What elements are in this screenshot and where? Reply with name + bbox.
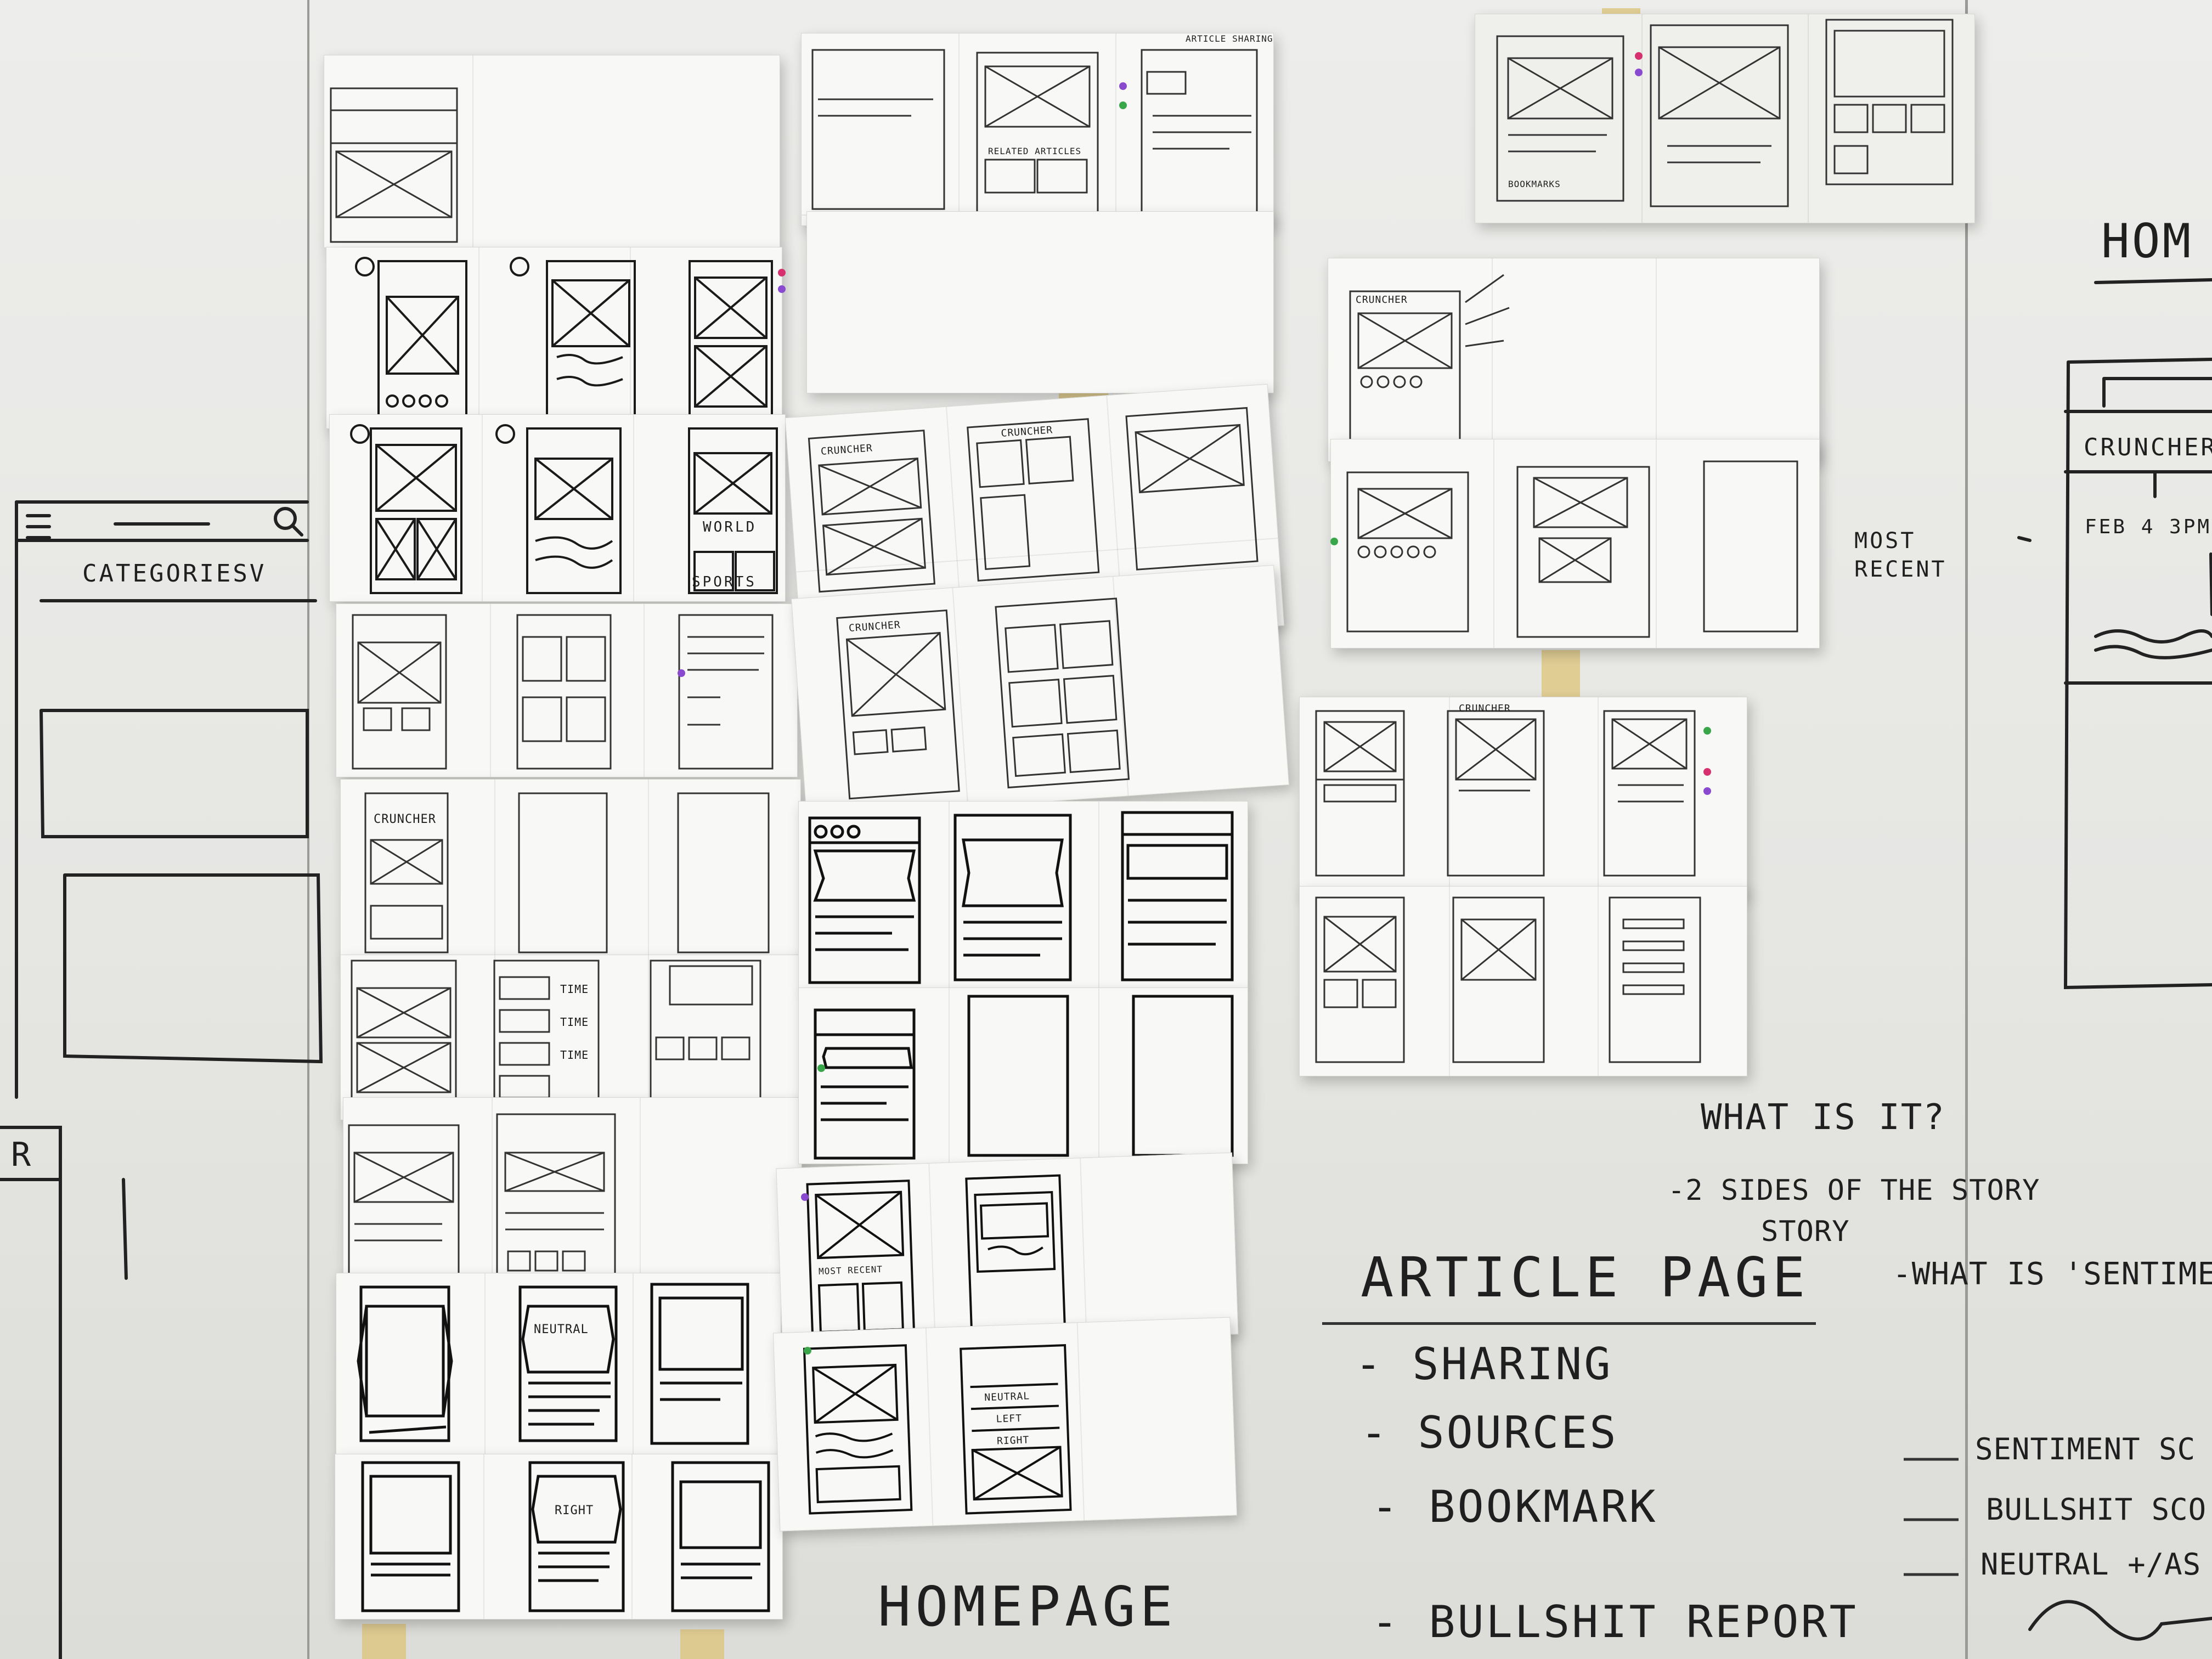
story-note: STORY — [1761, 1215, 1850, 1248]
marker-dot — [1635, 52, 1643, 60]
blank-sheet — [806, 211, 1274, 393]
sketch-sheet: TIME TIME TIME — [340, 955, 801, 1120]
article-page-heading: ARTICLE PAGE — [1361, 1245, 1810, 1310]
sketch-sheet: NEUTRAL LEFT RIGHT — [772, 1317, 1238, 1532]
date-label: FEB 4 3PM — [2085, 516, 2212, 538]
article-sharing-label: ARTICLE SHARING — [1186, 33, 1273, 44]
cruncher-label: CRUNCHER — [1356, 294, 1408, 306]
cruncher-label: CRUNCHER — [374, 812, 436, 826]
sketch-sheet: WORLD SPORTS — [329, 414, 786, 602]
marker-dot — [804, 1347, 811, 1355]
note-item: - BULLSHIT REPORT — [1372, 1596, 1858, 1647]
neutral-label: NEUTRAL — [984, 1390, 1030, 1404]
marker-dot — [1703, 768, 1711, 776]
sketch-sheet — [336, 603, 798, 777]
sketch-sheet: CRUNCHER — [791, 565, 1289, 819]
world-label: WORLD — [703, 519, 757, 535]
most-recent-label: MOST RECENT — [1854, 528, 1947, 582]
time-label: TIME — [560, 1048, 589, 1062]
related-articles-label: RELATED ARTICLES — [988, 146, 1082, 156]
what-is-sentiment-note: -WHAT IS 'SENTIME — [1893, 1256, 2212, 1292]
marker-dot — [801, 1193, 809, 1201]
time-label: TIME — [560, 1015, 589, 1029]
sketch-sheet: CRUNCHER — [1299, 697, 1747, 895]
what-is-it-note: WHAT IS IT? — [1701, 1097, 1945, 1138]
tape — [680, 1629, 724, 1659]
marker-dot — [817, 1064, 825, 1072]
marker-dot — [1119, 101, 1127, 109]
score-note: SENTIMENT SC — [1975, 1432, 2196, 1466]
sketch-sheet — [798, 988, 1248, 1164]
left-label: LEFT — [996, 1412, 1023, 1425]
sketch-sheet — [343, 1097, 802, 1282]
tape — [362, 1624, 406, 1659]
categories-label: CATEGORIESV — [82, 560, 267, 588]
right-label: RIGHT — [996, 1434, 1030, 1447]
cruncher-label-right: CRUNCHER — [2084, 433, 2212, 461]
sketch-sheet — [1299, 886, 1747, 1076]
marker-dot — [678, 669, 685, 677]
bookmarks-label: BOOKMARKS — [1508, 179, 1561, 189]
score-note: NEUTRAL +/AS — [1980, 1547, 2202, 1582]
sketch-sheet: RIGHT — [335, 1454, 783, 1620]
homepage-heading-right: HOM — [2101, 214, 2193, 269]
whiteboard-frame-right — [1965, 0, 1968, 1659]
neutral-label: NEUTRAL — [534, 1323, 589, 1336]
sketch-sheet: NEUTRAL — [336, 1273, 781, 1455]
sketch-sheet: BOOKMARKS — [1475, 14, 1975, 223]
sketch-sheet: RELATED ARTICLES ARTICLE SHARING — [801, 33, 1274, 226]
sketch-sheet: CRUNCHER — [1328, 258, 1820, 462]
note-item: - SHARING — [1355, 1339, 1613, 1390]
sketch-sheet — [324, 55, 780, 248]
left-phone-sketch — [0, 500, 323, 1659]
marker-dot — [1635, 69, 1643, 76]
sketch-sheet — [798, 801, 1248, 989]
marker-dot — [1703, 727, 1711, 735]
score-dashes — [1904, 1458, 1959, 1576]
most-recent-small: MOST RECENT — [818, 1263, 883, 1277]
time-label: TIME — [560, 983, 589, 996]
sports-label: SPORTS — [692, 574, 757, 590]
note-item: - SOURCES — [1361, 1407, 1618, 1458]
marker-dot — [778, 269, 786, 276]
marker-dot — [1330, 538, 1338, 545]
cruncher-label: CRUNCHER — [1459, 703, 1511, 714]
mock-r-label: R — [11, 1136, 33, 1174]
marker-dot — [778, 285, 786, 293]
score-note: BULLSHIT SCO — [1986, 1492, 2207, 1527]
article-page-underline — [1322, 1322, 1816, 1325]
marker-dot — [1119, 82, 1127, 90]
right-label: RIGHT — [555, 1504, 594, 1517]
two-sides-note: -2 SIDES OF THE STORY — [1668, 1174, 2040, 1207]
sketch-sheet: CRUNCHER — [340, 779, 801, 961]
sketch-sheet — [1330, 439, 1820, 648]
note-item: - BOOKMARK — [1372, 1481, 1658, 1532]
marker-dot — [1703, 787, 1711, 795]
homepage-note: HOMEPAGE — [878, 1575, 1177, 1639]
sketch-sheet — [326, 247, 782, 429]
